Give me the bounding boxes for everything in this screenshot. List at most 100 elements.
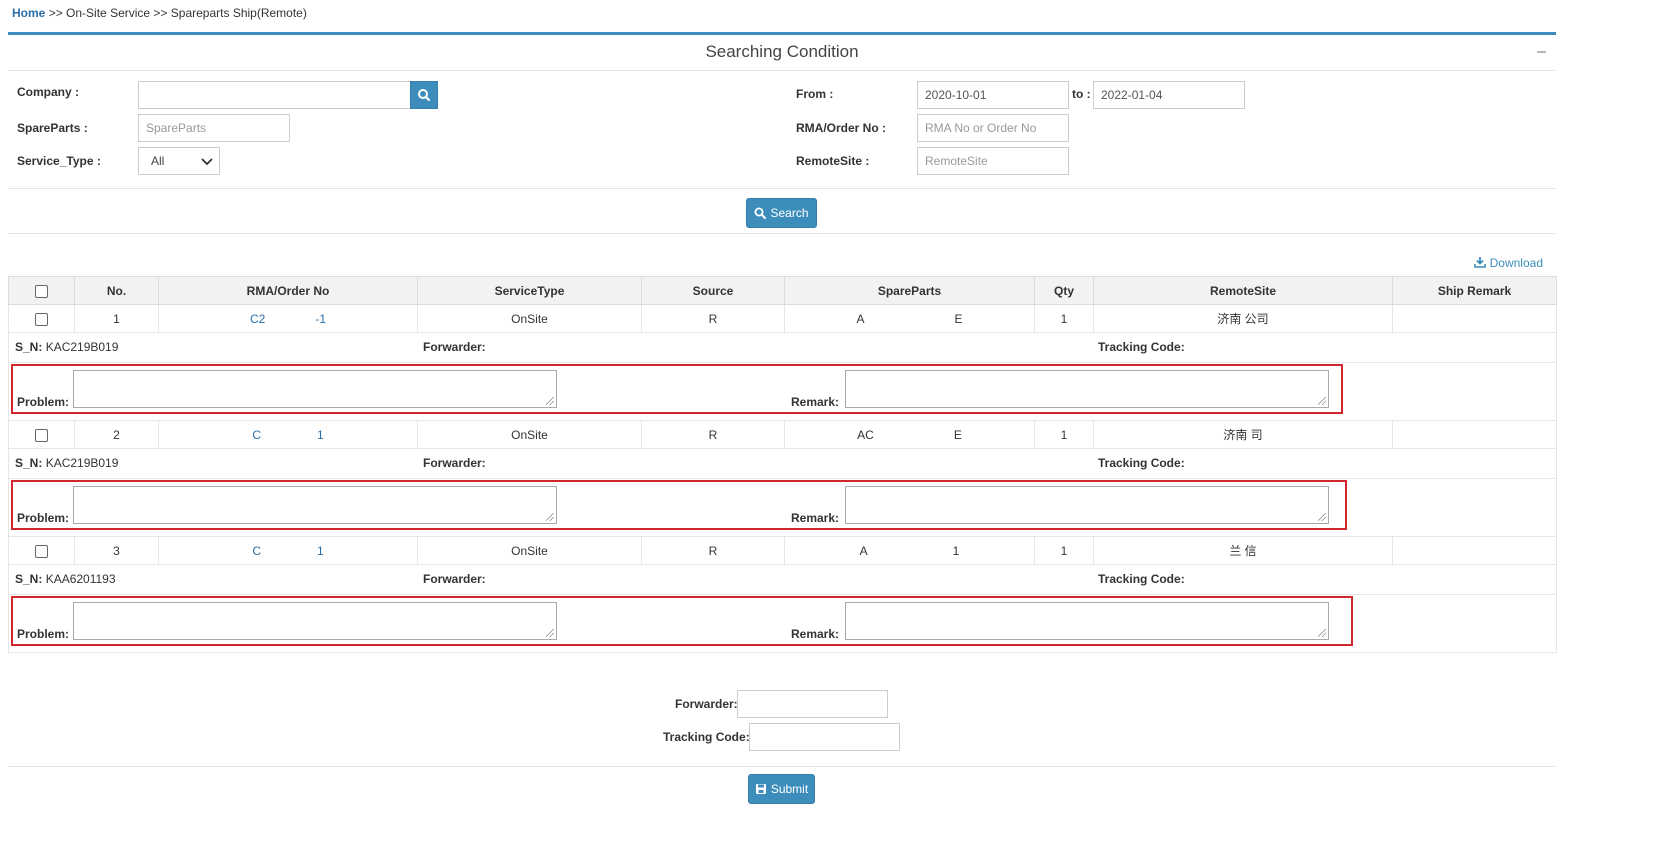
search-panel: Searching Condition – Company : SparePar… bbox=[8, 32, 1556, 234]
remote-site-cell: 兰 信 bbox=[1093, 536, 1393, 565]
panel-title: Searching Condition bbox=[705, 42, 859, 61]
divider bbox=[8, 233, 1556, 234]
part-text: E bbox=[954, 311, 963, 326]
rma-label: RMA/Order No : bbox=[796, 121, 886, 135]
problem-textarea[interactable] bbox=[73, 370, 557, 408]
ship-remark-cell bbox=[1392, 304, 1557, 333]
qty-cell: 1 bbox=[1034, 420, 1094, 449]
forwarder-label: Forwarder: bbox=[423, 340, 486, 354]
part-text: 1 bbox=[952, 543, 960, 558]
spareparts-cell: AE bbox=[784, 304, 1035, 333]
rma-link[interactable]: C1 bbox=[158, 420, 418, 449]
shipping-info: S_N: KAC219B019 Forwarder: Tracking Code… bbox=[8, 448, 1557, 479]
spareparts-input[interactable]: SpareParts bbox=[138, 114, 290, 142]
submit-button[interactable]: Submit bbox=[748, 774, 815, 804]
breadcrumb-separator: >> bbox=[153, 6, 168, 20]
problem-remark-cell: Problem: Remark: bbox=[8, 594, 1557, 653]
forwarder-label: Forwarder: bbox=[423, 456, 486, 470]
spareparts-label: SpareParts : bbox=[17, 121, 88, 135]
source-cell: R bbox=[641, 304, 785, 333]
qty-cell: 1 bbox=[1034, 304, 1094, 333]
problem-label: Problem: bbox=[17, 511, 70, 525]
row-checkbox[interactable] bbox=[35, 544, 48, 558]
tracking-code-label: Tracking Code: bbox=[1098, 456, 1185, 470]
problem-textarea[interactable] bbox=[73, 602, 557, 640]
row-checkbox[interactable] bbox=[35, 428, 48, 442]
download-link[interactable]: Download bbox=[1474, 256, 1543, 270]
company-input[interactable] bbox=[138, 81, 411, 109]
column-header[interactable]: SpareParts bbox=[784, 276, 1035, 305]
download-icon bbox=[1474, 257, 1487, 268]
ship-remark-cell bbox=[1392, 536, 1557, 565]
to-date-input[interactable]: 2022-01-04 bbox=[1093, 81, 1245, 109]
column-header[interactable]: No. bbox=[74, 276, 159, 305]
detail-row: S_N: KAA6201193 Forwarder: Tracking Code… bbox=[8, 564, 1557, 595]
sn-value: KAC219B019 bbox=[45, 456, 119, 470]
breadcrumb-home-link[interactable]: Home bbox=[12, 6, 45, 20]
remark-textarea[interactable] bbox=[845, 370, 1329, 408]
breadcrumb-section: On-Site Service bbox=[66, 6, 151, 20]
service-type-label: Service_Type : bbox=[17, 154, 101, 168]
detail-row: S_N: KAC219B019 Forwarder: Tracking Code… bbox=[8, 448, 1557, 479]
part-text: A bbox=[856, 311, 865, 326]
column-header[interactable]: Ship Remark bbox=[1392, 276, 1557, 305]
column-header[interactable]: ServiceType bbox=[417, 276, 642, 305]
remark-label: Remark: bbox=[791, 627, 840, 641]
row-number: 1 bbox=[74, 304, 159, 333]
column-header[interactable]: Qty bbox=[1034, 276, 1094, 305]
divider bbox=[8, 766, 1556, 767]
source-cell: R bbox=[641, 420, 785, 449]
sn-label: S_N: bbox=[15, 340, 43, 354]
search-button-label: Search bbox=[770, 206, 809, 220]
service-type-cell: OnSite bbox=[417, 536, 642, 565]
rma-link[interactable]: C1 bbox=[158, 536, 418, 565]
collapse-icon[interactable]: – bbox=[1537, 35, 1546, 69]
row-number: 3 bbox=[74, 536, 159, 565]
chevron-down-icon bbox=[201, 158, 213, 166]
forwarder-label: Forwarder: bbox=[423, 572, 486, 586]
row-select-cell bbox=[8, 536, 75, 565]
column-header[interactable]: RemoteSite bbox=[1093, 276, 1393, 305]
rma-link[interactable]: C2 -1 bbox=[158, 304, 418, 333]
spareparts-cell: AC E bbox=[784, 420, 1035, 449]
footer-forwarder-label: Forwarder: bbox=[675, 697, 738, 711]
row-checkbox[interactable] bbox=[35, 312, 48, 326]
company-search-button[interactable] bbox=[410, 81, 438, 109]
tracking-code-label: Tracking Code: bbox=[1098, 340, 1185, 354]
service-type-select[interactable]: All bbox=[138, 147, 220, 175]
remark-label: Remark: bbox=[791, 511, 840, 525]
service-type-cell: OnSite bbox=[417, 420, 642, 449]
breadcrumb-separator: >> bbox=[48, 6, 63, 20]
footer-tracking-label: Tracking Code: bbox=[663, 730, 750, 744]
select-all-header bbox=[8, 276, 75, 305]
column-header[interactable]: RMA/Order No bbox=[158, 276, 418, 305]
spareparts-cell: A1 bbox=[784, 536, 1035, 565]
table-row: 2 C1 OnSite R AC E 1 济南 司 bbox=[8, 420, 1557, 449]
problem-label: Problem: bbox=[17, 627, 70, 641]
row-number: 2 bbox=[74, 420, 159, 449]
problem-remark-cell: Problem: Remark: bbox=[8, 478, 1557, 537]
select-all-checkbox[interactable] bbox=[35, 284, 48, 298]
service-type-value: All bbox=[151, 154, 165, 168]
service-type-cell: OnSite bbox=[417, 304, 642, 333]
remote-site-label: RemoteSite : bbox=[796, 154, 870, 168]
search-form: Company : SpareParts : SpareParts Servic… bbox=[8, 71, 1556, 189]
footer-forwarder-input[interactable] bbox=[737, 690, 888, 718]
problem-textarea[interactable] bbox=[73, 486, 557, 524]
remote-site-input[interactable]: RemoteSite bbox=[917, 147, 1069, 175]
highlight-box: Problem: Remark: bbox=[11, 596, 1353, 646]
shipping-info: S_N: KAC219B019 Forwarder: Tracking Code… bbox=[8, 332, 1557, 363]
rma-input[interactable]: RMA No or Order No bbox=[917, 114, 1069, 142]
footer-tracking-input[interactable] bbox=[749, 723, 900, 751]
search-button[interactable]: Search bbox=[746, 198, 817, 228]
remark-textarea[interactable] bbox=[845, 602, 1329, 640]
download-label: Download bbox=[1489, 256, 1543, 270]
remark-textarea[interactable] bbox=[845, 486, 1329, 524]
column-header[interactable]: Source bbox=[641, 276, 785, 305]
problem-remark-cell: Problem: Remark: bbox=[8, 362, 1557, 421]
highlight-box: Problem: Remark: bbox=[11, 480, 1347, 530]
rma-part: 1 bbox=[316, 427, 324, 442]
from-date-input[interactable]: 2020-10-01 bbox=[917, 81, 1069, 109]
remote-site-cell: 济南 公司 bbox=[1093, 304, 1393, 333]
company-label: Company : bbox=[17, 85, 80, 99]
